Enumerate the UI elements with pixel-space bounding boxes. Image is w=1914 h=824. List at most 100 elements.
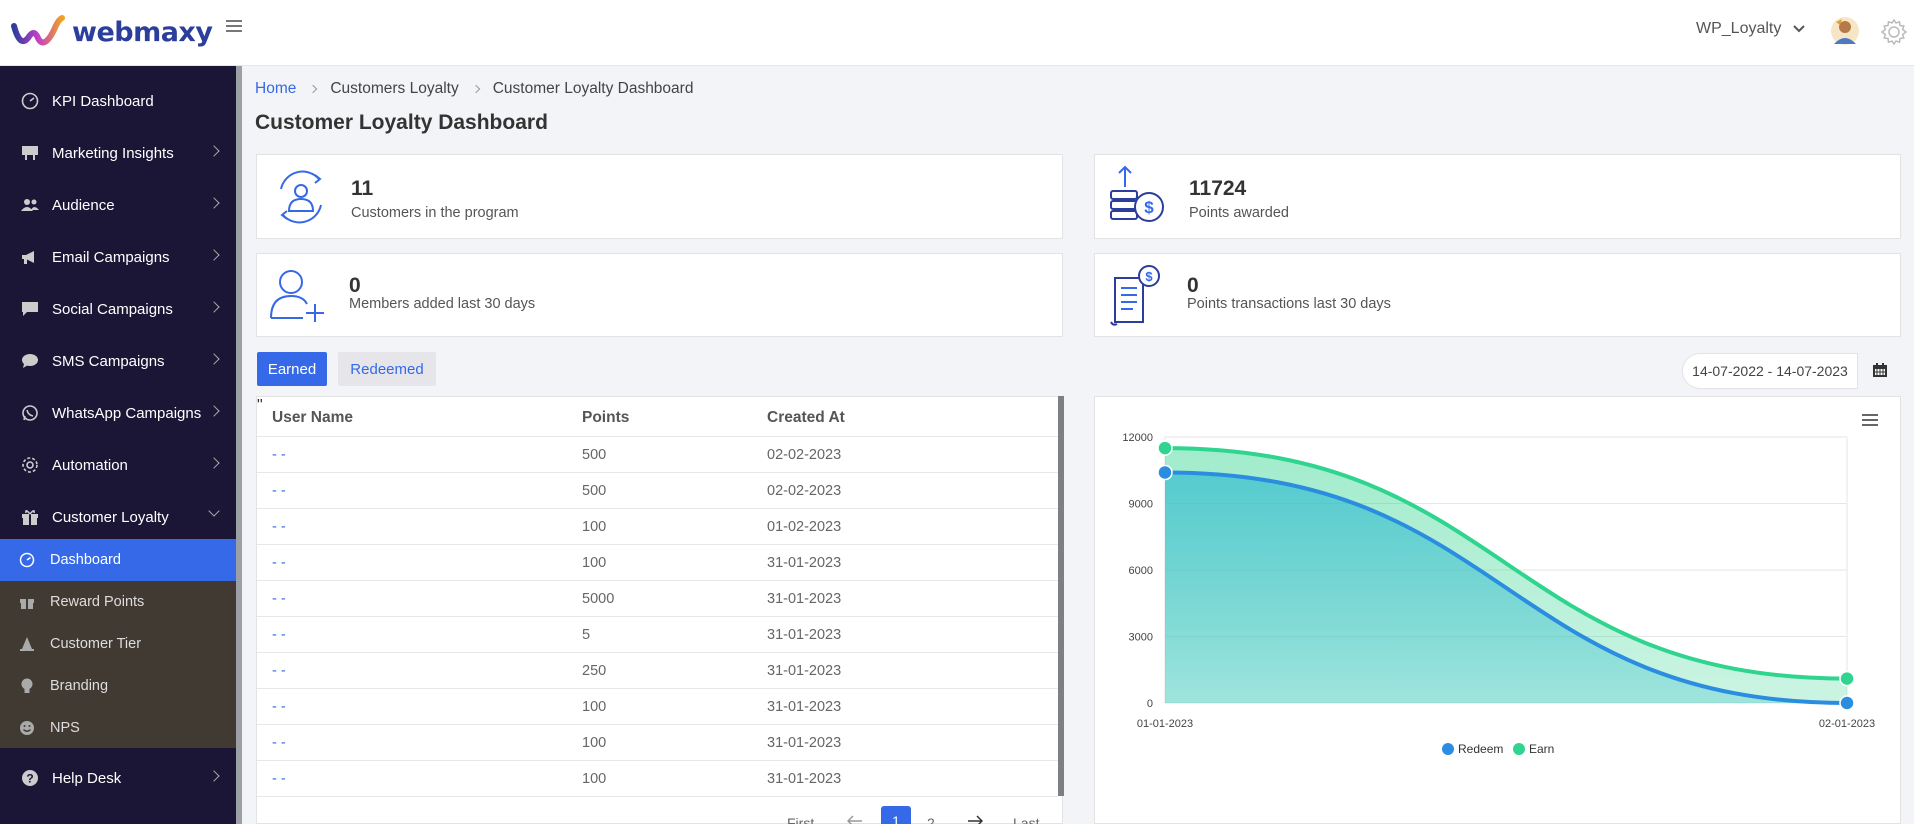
tab-redeemed[interactable]: Redeemed [338,352,436,386]
sidebar-item-audience[interactable]: Audience [0,179,236,231]
account-name: WP_Loyalty [1696,20,1782,37]
y-tick-label: 6000 [1129,565,1153,577]
row-user[interactable]: - - [272,627,286,643]
row-user[interactable]: - - [272,771,286,787]
arrow-right-icon[interactable] [967,815,983,824]
sidebar-subitem-branding[interactable]: Branding [0,665,236,707]
row-user[interactable]: - - [272,555,286,571]
column-header-user-name[interactable]: User Name [272,409,353,427]
coin-stack-icon: $ [1110,165,1164,222]
chevron-right-icon [471,84,480,94]
date-range-picker[interactable]: 14-07-2022 - 14-07-2023 [1682,353,1858,389]
svg-text:?: ? [26,772,33,786]
page-title: Customer Loyalty Dashboard [255,111,548,134]
row-points: 500 [582,447,607,463]
sidebar-scrollbar[interactable] [236,66,242,824]
sidebar-item-marketing-insights[interactable]: Marketing Insights [0,127,236,179]
sidebar-item-label: Audience [52,196,115,214]
svg-text:$: $ [1145,269,1153,284]
points-chart-card: 0 3000 6000 9000 12000 01-01-2023 02-01-2023 Re… [1094,396,1901,824]
calendar-icon[interactable] [1872,362,1888,378]
sidebar-subitem-dashboard[interactable]: Dashboard [0,539,236,581]
sidebar-item-customer-loyalty[interactable]: Customer Loyalty [0,491,236,543]
row-user[interactable]: - - [272,519,286,535]
row-user[interactable]: - - [272,699,286,715]
arrow-left-icon[interactable] [847,815,863,824]
row-created: 31-01-2023 [767,555,842,571]
stat-card-points-awarded: $ 11724 Points awarded [1094,154,1901,239]
row-user[interactable]: - - [272,735,286,751]
account-switcher[interactable]: WP_Loyalty [1696,20,1806,38]
earn-point [1839,670,1855,687]
chevron-right-icon [208,145,220,157]
column-header-created-at[interactable]: Created At [767,409,845,427]
pager-first[interactable]: First [787,815,814,824]
row-user[interactable]: - - [272,447,286,463]
row-points: 250 [582,663,607,679]
sidebar-item-email-campaigns[interactable]: Email Campaigns [0,231,236,283]
receipt-dollar-icon: $ [1110,265,1160,326]
brand-name: webmaxy [72,16,213,48]
table-row: - - 500 02-02-2023 [257,472,1058,508]
sidebar-item-sms-campaigns[interactable]: SMS Campaigns [0,335,236,387]
lightbulb-icon [18,677,36,695]
stat-points-transactions-value: 0 [1187,274,1199,297]
legend-earn-label: Earn [1529,742,1554,756]
row-created: 31-01-2023 [767,627,842,643]
sidebar-item-label: Customer Loyalty [52,508,169,526]
stat-members-added-value: 0 [349,274,361,297]
smile-icon [18,719,36,737]
tab-earned[interactable]: Earned [257,352,327,386]
sidebar-item-label: Marketing Insights [52,144,174,162]
svg-text:$: $ [1144,198,1154,217]
y-tick-label: 9000 [1129,499,1153,511]
row-created: 02-02-2023 [767,447,842,463]
row-created: 31-01-2023 [767,735,842,751]
pager-page-2[interactable]: 2 [927,815,935,824]
column-header-points[interactable]: Points [582,409,629,427]
row-user[interactable]: - - [272,483,286,499]
legend-redeem-marker [1442,743,1454,755]
sidebar-item-social-campaigns[interactable]: Social Campaigns [0,283,236,335]
chevron-right-icon [208,405,220,417]
sidebar-item-kpi-dashboard[interactable]: KPI Dashboard [0,75,236,127]
megaphone-icon [20,247,40,267]
row-user[interactable]: - - [272,591,286,607]
breadcrumb: Home Customers Loyalty Customer Loyalty … [255,80,693,98]
y-tick-label: 0 [1147,698,1153,710]
earn-point [1157,440,1173,456]
sidebar-item-whatsapp-campaigns[interactable]: WhatsApp Campaigns [0,387,236,439]
x-tick-label: 02-01-2023 [1819,718,1875,730]
chart-menu-icon[interactable] [1862,414,1878,428]
sidebar-subitem-nps[interactable]: NPS [0,707,236,749]
settings-gear-icon[interactable] [1880,18,1908,46]
menu-toggle-icon[interactable] [226,20,242,34]
breadcrumb-home-link[interactable]: Home [255,80,296,98]
chevron-right-icon [208,197,220,209]
avatar[interactable] [1830,16,1860,46]
row-user[interactable]: - - [272,663,286,679]
sidebar-item-automation[interactable]: Automation [0,439,236,491]
sidebar-subitem-reward-points[interactable]: Reward Points [0,581,236,623]
row-points: 500 [582,483,607,499]
stat-members-added-label: Members added last 30 days [349,296,536,312]
chevron-down-icon [1793,25,1806,33]
sidebar-subitem-customer-tier[interactable]: Customer Tier [0,623,236,665]
sidebar-item-label: KPI Dashboard [52,92,154,110]
sms-icon [20,351,40,371]
sidebar-item-help-desk[interactable]: ? Help Desk [0,752,236,804]
question-icon: ? [20,768,40,788]
y-tick-label: 12000 [1122,432,1153,444]
sidebar-subitem-label: Customer Tier [50,636,142,652]
sidebar-subitem-label: Branding [50,678,109,694]
table-row: - - 100 31-01-2023 [257,724,1058,760]
table-scrollbar[interactable] [1058,396,1064,796]
sidebar-subitem-label: Dashboard [50,552,121,568]
brand-logo[interactable]: webmaxy [10,12,213,52]
pager-last[interactable]: Last [1013,815,1039,824]
row-created: 31-01-2023 [767,699,842,715]
transactions-table: User Name Points " Created At - - 500 02… [256,396,1063,824]
pager-page-1[interactable]: 1 [881,806,911,824]
row-created: 01-02-2023 [767,519,842,535]
sidebar-item-label: Help Desk [52,769,122,787]
